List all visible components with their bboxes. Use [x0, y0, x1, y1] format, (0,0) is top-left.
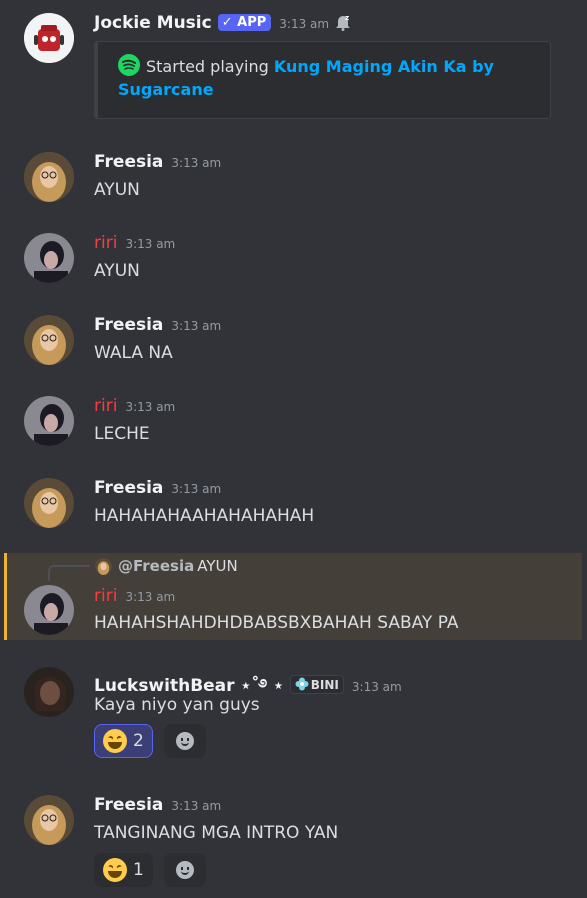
- freesia-avatar-icon: [24, 795, 74, 845]
- author-name[interactable]: riri 3:13 am: [94, 396, 175, 416]
- timestamp: 3:13 am: [125, 400, 176, 414]
- timestamp: 3:13 am: [171, 156, 222, 170]
- avatar-freesia[interactable]: [24, 478, 74, 528]
- author-name[interactable]: Freesia 3:13 am: [94, 795, 221, 815]
- freesia-avatar-icon: [24, 315, 74, 365]
- avatar-jockie[interactable]: [24, 13, 74, 63]
- now-playing-embed: Started playing Kung Maging Akin Ka by S…: [94, 41, 551, 119]
- embed-prefix: Started playing: [146, 57, 274, 76]
- add-reaction-button[interactable]: [164, 853, 206, 887]
- reply-mention[interactable]: @Freesia: [118, 557, 194, 575]
- timestamp: 3:13 am: [279, 17, 330, 31]
- freesia-avatar-icon: [24, 478, 74, 528]
- author-name[interactable]: Freesia 3:13 am: [94, 315, 221, 335]
- add-reaction-icon: [176, 732, 194, 750]
- message-text: Kaya niyo yan guys: [94, 695, 260, 715]
- spotify-icon: [118, 54, 140, 76]
- timestamp: 3:13 am: [125, 237, 176, 251]
- avatar-freesia[interactable]: [24, 315, 74, 365]
- bell-snooze-icon: z: [336, 14, 351, 31]
- flower-icon: [295, 677, 309, 691]
- author-name[interactable]: Freesia 3:13 am: [94, 152, 221, 172]
- laughing-emoji-icon: [103, 729, 127, 753]
- message-text: HAHAHAHAAHAHAHAHAH: [94, 506, 315, 526]
- laughing-emoji-icon: [103, 858, 127, 882]
- avatar-luckswithbear[interactable]: [24, 667, 74, 717]
- author-name[interactable]: Jockie Music ✓ APP 3:13 am z: [94, 13, 351, 33]
- svg-text:z: z: [345, 14, 349, 22]
- author-name[interactable]: riri 3:13 am: [94, 586, 175, 606]
- message-text: AYUN: [94, 180, 140, 200]
- author-name[interactable]: Freesia 3:13 am: [94, 478, 221, 498]
- app-badge: ✓ APP: [217, 14, 272, 31]
- freesia-avatar-icon: [24, 152, 74, 202]
- luckswithbear-avatar-icon: [24, 667, 74, 717]
- message-text: HAHAHSHAHDHDBABSBXBAHAH SABAY PA: [94, 613, 459, 633]
- reaction-laughing[interactable]: 1: [94, 853, 153, 887]
- message-text: LECHE: [94, 424, 150, 444]
- reply-body: AYUN: [197, 557, 238, 575]
- message-text: WALA NA: [94, 343, 173, 363]
- freesia-avatar-icon: [95, 558, 112, 575]
- author-name[interactable]: riri 3:13 am: [94, 233, 175, 253]
- timestamp: 3:13 am: [171, 319, 222, 333]
- reaction-laughing[interactable]: 2: [94, 724, 153, 758]
- timestamp: 3:13 am: [351, 680, 402, 694]
- add-reaction-button[interactable]: [164, 724, 206, 758]
- add-reaction-icon: [176, 861, 194, 879]
- reaction-count: 2: [133, 731, 144, 751]
- timestamp: 3:13 am: [171, 482, 222, 496]
- message-text: TANGINANG MGA INTRO YAN: [94, 823, 339, 843]
- reply-preview[interactable]: @Freesia AYUN: [118, 557, 238, 575]
- jockie-avatar-icon: [24, 13, 74, 63]
- timestamp: 3:13 am: [171, 799, 222, 813]
- riri-avatar-icon: [24, 585, 74, 635]
- reply-connector: [48, 565, 90, 581]
- avatar-riri[interactable]: [24, 396, 74, 446]
- riri-avatar-icon: [24, 396, 74, 446]
- avatar-freesia[interactable]: [24, 795, 74, 845]
- riri-avatar-icon: [24, 233, 74, 283]
- reaction-count: 1: [133, 860, 144, 880]
- timestamp: 3:13 am: [125, 590, 176, 604]
- avatar-riri[interactable]: [24, 233, 74, 283]
- role-badge: BINI: [289, 675, 344, 694]
- message-text: AYUN: [94, 261, 140, 281]
- avatar-freesia[interactable]: [24, 152, 74, 202]
- reply-avatar[interactable]: [95, 558, 112, 575]
- avatar-riri[interactable]: [24, 585, 74, 635]
